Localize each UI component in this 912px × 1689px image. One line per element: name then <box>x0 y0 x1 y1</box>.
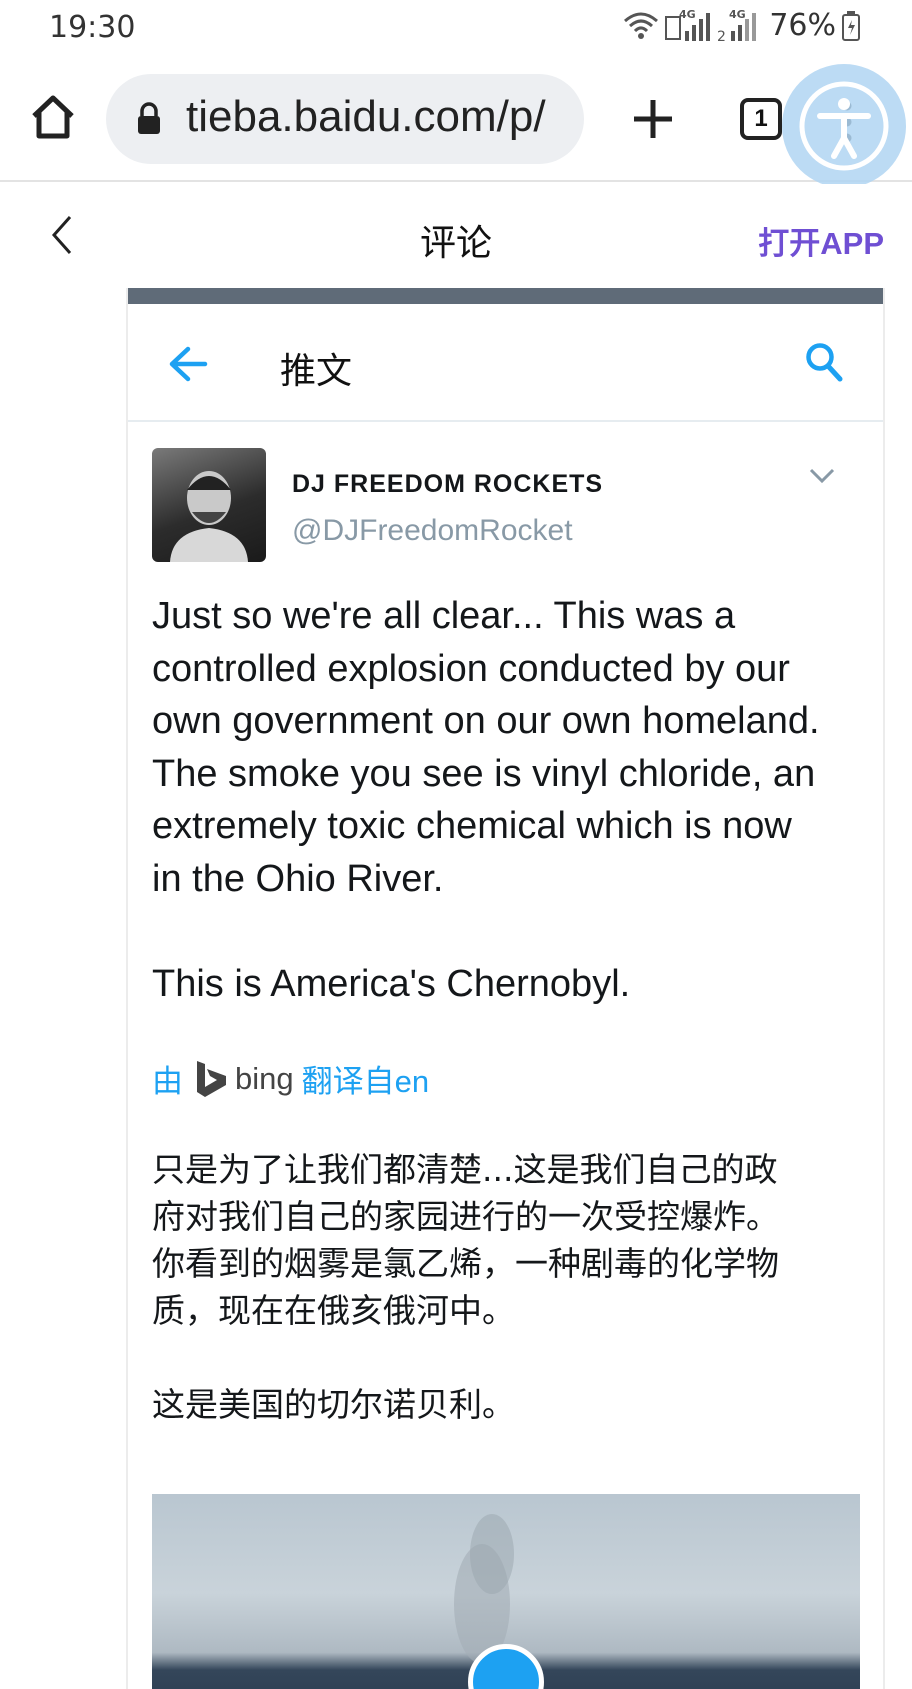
smoke-plume <box>454 1514 514 1664</box>
wifi-icon <box>624 12 659 39</box>
browser-toolbar: tieba.baidu.com/p/ 1 <box>0 58 912 188</box>
home-icon[interactable] <box>28 92 78 142</box>
video-thumbnail <box>152 1494 860 1689</box>
svg-text:2: 2 <box>717 29 726 43</box>
signal-icon: 4G <box>665 9 711 41</box>
status-time: 19:30 <box>49 10 136 45</box>
battery-icon <box>842 10 860 41</box>
battery-percentage: 76% <box>769 8 836 43</box>
signal-icon-2: 4G 2 <box>717 9 757 43</box>
author-handle: @DJFreedomRocket <box>292 514 573 547</box>
new-tab-icon[interactable] <box>628 94 678 144</box>
tweet-text: Just so we're all clear... This was a co… <box>152 595 820 1005</box>
search-icon <box>806 343 843 382</box>
url-text: tieba.baidu.com/p/ <box>186 92 546 141</box>
status-bar: 19:30 4G 4G 2 76% <box>0 0 912 58</box>
translate-prefix: 由 <box>152 1064 183 1099</box>
bing-logo-icon <box>197 1060 226 1097</box>
embedded-nav-title: 推文 <box>280 351 353 392</box>
author-avatar <box>152 448 266 562</box>
accessibility-icon <box>799 81 889 171</box>
svg-text:4G: 4G <box>679 9 696 21</box>
translated-text: 只是为了让我们都清楚...这是我们自己的政 府对我们自己的家园进行的一次受控爆炸… <box>152 1150 779 1424</box>
svg-text:4G: 4G <box>729 9 746 21</box>
chevron-down-icon <box>809 468 835 484</box>
embedded-nav-bar: 推文 <box>128 304 883 422</box>
translation-attribution: 由 bing 翻译自en <box>152 1056 429 1101</box>
back-arrow-icon <box>169 346 208 382</box>
avatar-portrait <box>170 471 248 562</box>
author-name: DJ FREEDOM ROCKETS <box>292 470 604 498</box>
status-icons: 4G 4G 2 76% <box>623 8 860 43</box>
open-app-link[interactable]: 打开APP <box>758 218 884 263</box>
page-header: 评论 打开APP <box>0 184 912 286</box>
address-bar[interactable]: tieba.baidu.com/p/ <box>106 74 584 164</box>
embedded-status-bar <box>128 288 883 304</box>
translate-suffix: 翻译自en <box>301 1064 430 1099</box>
tab-switcher-button[interactable]: 1 <box>740 98 782 140</box>
translate-engine: bing <box>235 1060 294 1096</box>
accessibility-button[interactable] <box>782 64 906 188</box>
embedded-tweet-image: 推文 DJ FREEDOM ROCKETS @DJFreedomRocket J… <box>126 288 885 1689</box>
lock-icon <box>138 102 160 134</box>
